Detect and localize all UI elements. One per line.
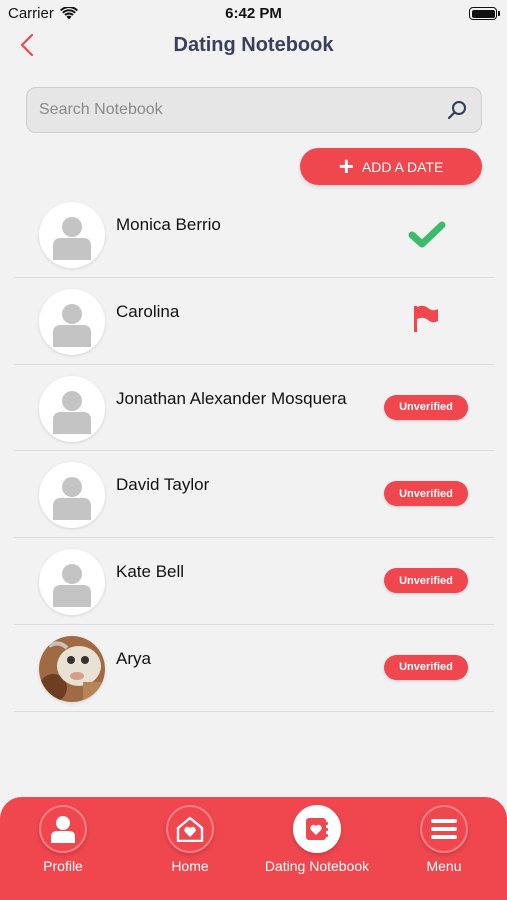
- search-icon[interactable]: [445, 98, 469, 122]
- add-date-button[interactable]: + ADD A DATE: [300, 148, 482, 185]
- contact-row[interactable]: Monica Berrio: [14, 191, 494, 278]
- avatar: [39, 635, 105, 702]
- avatar: [39, 202, 105, 268]
- avatar: [39, 549, 105, 616]
- contact-name: David Taylor: [116, 475, 210, 495]
- person-placeholder-icon: [53, 564, 91, 608]
- clock: 6:42 PM: [225, 5, 282, 22]
- contact-row[interactable]: Carolina: [14, 278, 494, 365]
- tab-menu[interactable]: Menu: [384, 805, 504, 874]
- tab-label: Dating Notebook: [264, 858, 370, 874]
- contact-row[interactable]: Kate Bell Unverified: [14, 538, 494, 625]
- page-title: Dating Notebook: [173, 34, 334, 56]
- tab-label: Profile: [43, 858, 83, 874]
- contact-name: Carolina: [116, 301, 180, 321]
- avatar-photo: [39, 635, 105, 702]
- menu-icon: [420, 805, 468, 853]
- contact-row[interactable]: Arya Unverified: [14, 625, 494, 712]
- bottom-tab-bar: Profile Home Dating Notebook Menu: [0, 797, 507, 900]
- tab-label: Menu: [426, 858, 462, 874]
- tab-dating-notebook[interactable]: Dating Notebook: [257, 805, 377, 874]
- avatar: [39, 288, 105, 355]
- add-date-label: ADD A DATE: [361, 158, 444, 175]
- search-input[interactable]: [39, 101, 445, 119]
- contact-row[interactable]: David Taylor Unverified: [14, 451, 494, 539]
- contact-name: Kate Bell: [116, 562, 185, 582]
- person-placeholder-icon: [53, 303, 91, 347]
- contact-name: Arya: [116, 648, 151, 668]
- unverified-badge: Unverified: [384, 568, 468, 594]
- unverified-badge: Unverified: [384, 394, 468, 420]
- avatar: [39, 462, 105, 529]
- notebook-heart-icon: [293, 805, 341, 853]
- checkmark-icon: [408, 221, 446, 254]
- avatar: [39, 375, 105, 442]
- nav-bar: Dating Notebook: [0, 28, 507, 64]
- person-placeholder-icon: [53, 477, 91, 521]
- tab-profile[interactable]: Profile: [3, 805, 123, 874]
- search-bar[interactable]: [26, 87, 482, 133]
- battery-icon: [469, 7, 500, 20]
- unverified-badge: Unverified: [384, 654, 468, 680]
- tab-home[interactable]: Home: [130, 805, 250, 874]
- plus-icon: +: [338, 150, 354, 181]
- contact-name: Monica Berrio: [116, 215, 221, 234]
- contact-row[interactable]: Jonathan Alexander Mosquera Unverified: [14, 365, 494, 452]
- status-bar: Carrier 6:42 PM: [0, 0, 507, 28]
- tab-label: Home: [171, 858, 209, 874]
- home-heart-icon: [166, 805, 214, 853]
- person-icon: [39, 805, 87, 853]
- person-placeholder-icon: [53, 217, 91, 260]
- contact-name: Jonathan Alexander Mosquera: [116, 388, 347, 408]
- flag-icon: [412, 304, 440, 339]
- person-placeholder-icon: [53, 390, 91, 434]
- unverified-badge: Unverified: [384, 481, 468, 507]
- contact-list: Monica Berrio Carolina Jonathan Alexander …: [14, 191, 494, 712]
